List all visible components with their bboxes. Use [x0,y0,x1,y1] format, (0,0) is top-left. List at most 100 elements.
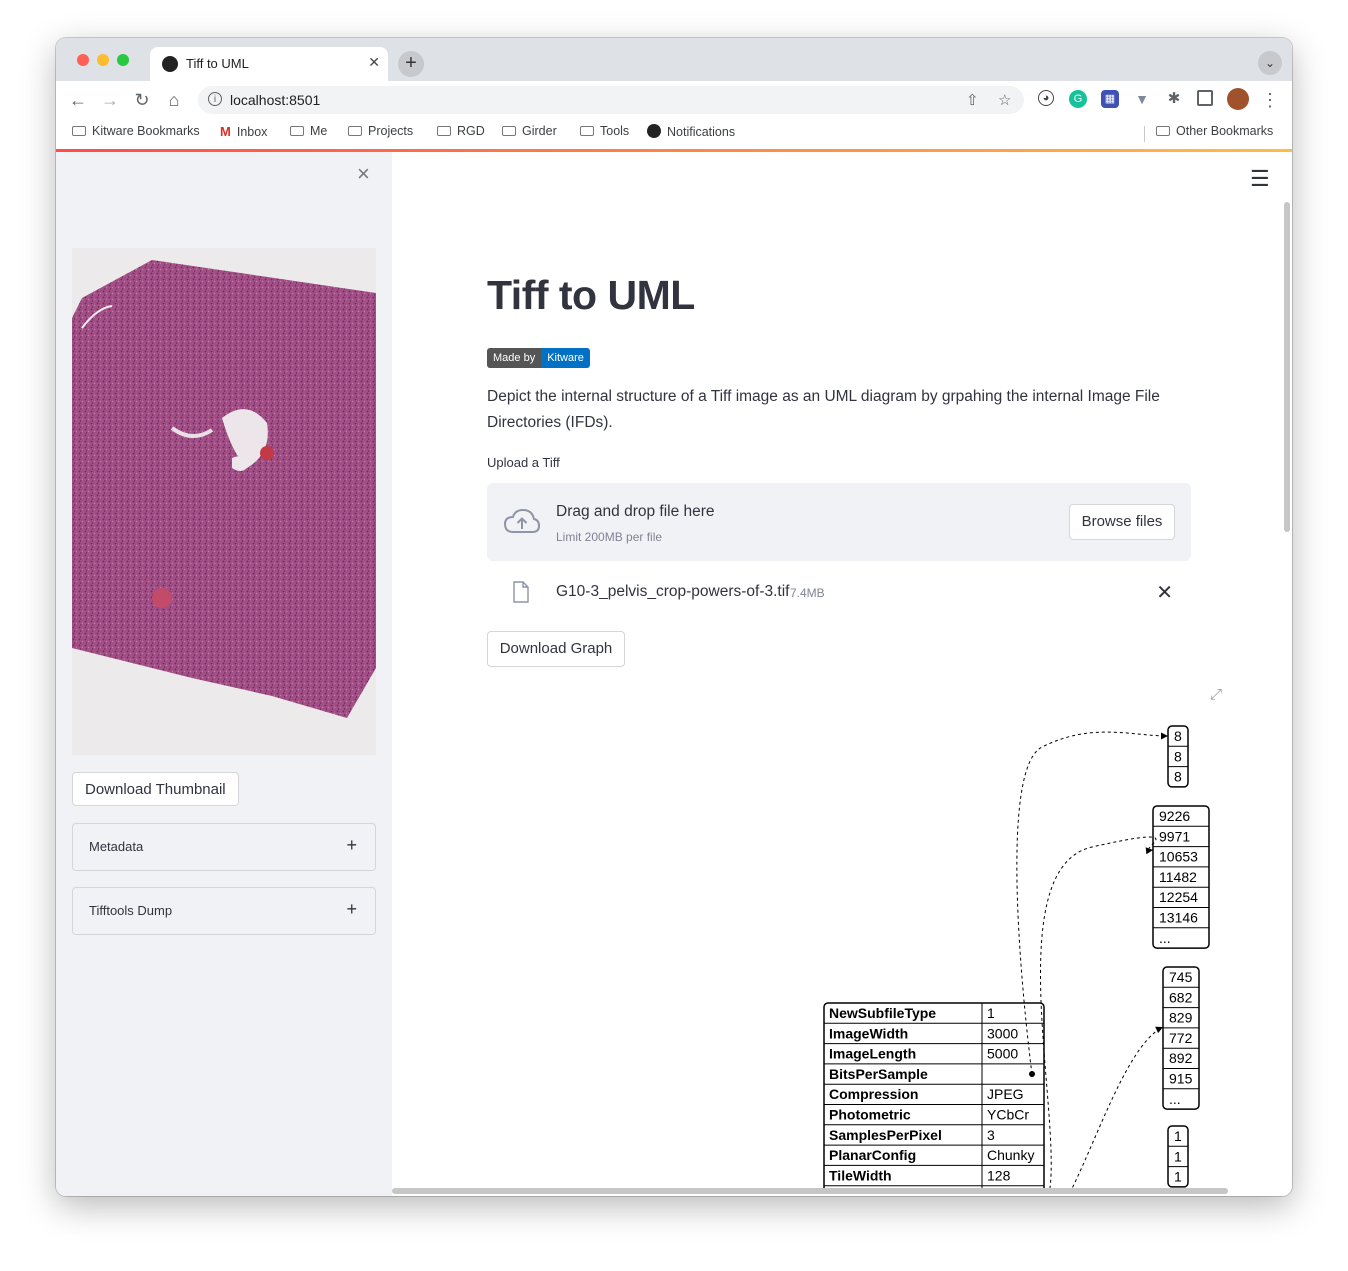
ifd-tag-3: BitsPerSample [829,1066,928,1082]
share-icon[interactable]: ⇧ [966,91,979,109]
extensions-icon[interactable]: ✱ [1165,90,1183,108]
page-description: Depict the internal structure of a Tiff … [487,388,1160,431]
hamburger-menu-icon[interactable]: ☰ [1250,166,1270,192]
bookmark-girder[interactable]: Girder [502,124,557,138]
folder-icon [348,126,362,136]
dropzone-limit: Limit 200MB per file [556,530,663,544]
sidebar-close-icon[interactable]: × [357,161,370,187]
metadata-expander[interactable]: Metadata + [72,823,376,871]
ifd-value-7: Chunky [987,1147,1034,1163]
tab-close-icon[interactable]: ✕ [368,54,380,71]
upload-label: Upload a Tiff [487,455,560,470]
tile-offsets-array-value-0: 9226 [1159,808,1190,824]
bookmark-label: Girder [522,124,557,138]
metadata-label: Metadata [89,839,144,854]
browser-window: Tiff to UML ✕ + ⌄ ← → ↻ ⌂ i localhost:85… [56,38,1292,1196]
uml-diagram: NewSubfileType 1 ImageWidth 3000 ImageLength… [823,725,1210,1192]
tile-byte-counts-array-value-3: 772 [1169,1030,1193,1046]
ifd-value-4: JPEG [987,1086,1024,1102]
ifd-value-1: 3000 [987,1025,1018,1041]
tile-byte-counts-edge [1069,1026,1164,1192]
gmail-icon: M [220,124,231,139]
sidepanel-icon[interactable] [1197,90,1213,106]
tifftools-dump-label: Tifftools Dump [89,903,173,918]
forward-icon[interactable]: → [98,88,122,112]
bits-per-sample-array-value-2: 8 [1174,769,1182,785]
bookmark-label: Tools [600,124,630,138]
bookmark-other[interactable]: Other Bookmarks [1156,124,1273,138]
badge-value: Kitware [541,348,590,368]
speed-extension-icon[interactable]: ◕ [1038,90,1054,106]
sample-format-array-value-1: 1 [1174,1148,1182,1164]
dropzone-title: Drag and drop file here [556,503,715,520]
expand-icon: + [346,899,357,919]
reload-icon[interactable]: ↻ [130,88,154,112]
kebab-menu-icon[interactable]: ⋮ [1258,88,1282,112]
folder-icon [437,126,451,136]
home-icon[interactable]: ⌂ [162,88,186,112]
sample-format-array-value-0: 1 [1174,1128,1182,1144]
minimize-window-button[interactable] [97,54,109,66]
bookmark-me[interactable]: Me [290,124,327,138]
streamlit-app: × Download Thumbnail Metadata + Tifftool… [56,152,1292,1196]
bookmarks-divider [1144,126,1145,142]
tab-search-button[interactable]: ⌄ [1258,51,1282,75]
new-tab-button[interactable]: + [398,51,424,77]
bookmark-label: Inbox [236,125,268,139]
bookmark-tools[interactable]: Tools [580,124,629,138]
ifd-tag-1: ImageWidth [829,1025,908,1041]
vue-devtools-icon[interactable]: ▼ [1133,90,1151,108]
horizontal-scrollbar[interactable] [392,1188,1228,1194]
back-icon[interactable]: ← [66,88,90,112]
close-window-button[interactable] [77,54,89,66]
tiff-thumbnail-image [72,248,376,755]
made-by-kitware-badge[interactable]: Made by Kitware [487,348,590,368]
vertical-scrollbar[interactable] [1284,202,1290,532]
bookmark-projects[interactable]: Projects [348,124,413,138]
address-bar[interactable]: i localhost:8501 ⇧ ☆ [198,86,1024,114]
tile-byte-counts-array-value-2: 829 [1169,1010,1193,1026]
tifftools-dump-expander[interactable]: Tifftools Dump + [72,887,376,935]
streamlit-favicon-icon [162,56,178,72]
browse-files-button[interactable]: Browse files [1069,504,1175,540]
translate-extension-icon[interactable]: ▦ [1101,90,1119,108]
info-icon[interactable]: i [208,92,222,106]
file-icon [513,581,529,603]
tissue-image [72,248,376,755]
bookmark-inbox[interactable]: M Inbox [220,124,267,139]
bookmark-label: Kitware Bookmarks [92,124,200,138]
grammarly-icon[interactable]: G [1069,90,1087,108]
file-dropzone[interactable]: Drag and drop file here Limit 200MB per … [487,483,1191,561]
folder-icon [1156,126,1170,136]
bits-per-sample-array-value-1: 8 [1174,748,1182,764]
zoom-window-button[interactable] [117,54,129,66]
page-title: Tiff to UML [487,272,695,318]
tile-byte-counts-array-value-4: 892 [1169,1050,1193,1066]
ifd-tag-8: TileWidth [829,1167,892,1183]
bookmark-label: Notifications [667,125,736,139]
star-icon[interactable]: ☆ [998,91,1011,109]
avatar[interactable] [1227,88,1249,110]
sample-format-array-value-2: 1 [1174,1169,1182,1185]
remove-file-icon[interactable]: ✕ [1156,580,1173,605]
bookmark-notifications[interactable]: Notifications [647,124,735,139]
ifd-tag-4: Compression [829,1086,918,1102]
tile-offsets-array-value-1: 9971 [1159,828,1190,844]
url-text[interactable]: localhost:8501 [230,92,320,108]
ifd-value-2: 5000 [987,1046,1018,1062]
tile-offsets-array-value-5: 13146 [1159,910,1198,926]
tile-byte-counts-array-value-0: 745 [1169,969,1193,985]
bookmark-rgd[interactable]: RGD [437,124,485,138]
ifd-tag-0: NewSubfileType [829,1005,936,1021]
tile-offsets-array-value-2: 10653 [1159,849,1198,865]
download-graph-button[interactable]: Download Graph [487,631,625,667]
download-thumbnail-button[interactable]: Download Thumbnail [72,772,239,806]
folder-icon [502,126,516,136]
tile-offsets-array-value-4: 12254 [1159,889,1198,905]
tab-tiff-to-uml[interactable]: Tiff to UML ✕ [150,47,388,81]
bookmark-label: Other Bookmarks [1176,124,1274,138]
bookmark-kitware[interactable]: Kitware Bookmarks [72,124,200,138]
bookmarks-bar: Kitware Bookmarks M Inbox Me Projects RGD… [56,118,1292,150]
ifd-tag-6: SamplesPerPixel [829,1127,942,1143]
bookmark-label: Projects [368,124,414,138]
